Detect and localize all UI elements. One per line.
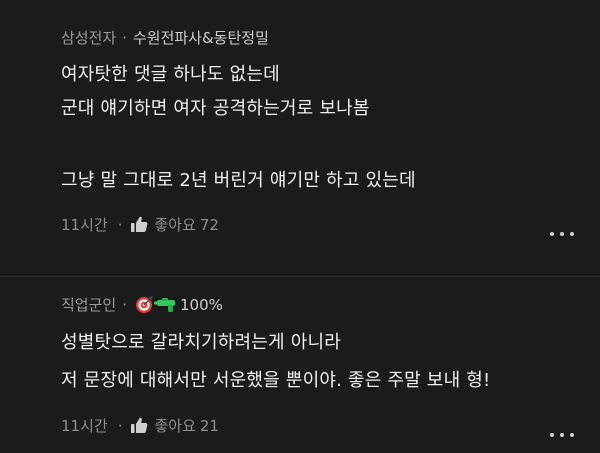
comment-text-line: 여자탓한 댓글 하나도 없는데: [61, 64, 280, 85]
comment-item: 직업군인 · 100% 성별탓으로 갈라치기하려는게 아니라 저 문장에 대해서…: [0, 277, 600, 453]
target-icon: [135, 295, 153, 313]
separator-dot: ·: [122, 28, 127, 47]
author-department: 수원전파사&동탄정밀: [132, 29, 269, 47]
comment-item: 삼성전자 · 수원전파사&동탄정밀 여자탓한 댓글 하나도 없는데 군대 얘기하…: [0, 0, 600, 276]
more-dot: [570, 433, 574, 437]
comment-feed: 삼성전자 · 수원전파사&동탄정밀 여자탓한 댓글 하나도 없는데 군대 얘기하…: [0, 0, 600, 453]
separator-dot: ·: [122, 295, 127, 314]
more-dot: [550, 232, 554, 236]
more-options-button[interactable]: [550, 229, 574, 239]
author-company: 삼성전자: [61, 29, 117, 47]
comment-meta: 11시간 · 좋아요 21: [61, 415, 219, 436]
more-options-button[interactable]: [550, 430, 574, 440]
thumbs-up-icon: [131, 417, 148, 433]
comment-text-line: 성별탓으로 갈라치기하려는게 아니라: [61, 332, 342, 353]
more-dot: [560, 232, 564, 236]
like-count: 21: [199, 416, 219, 435]
like-button[interactable]: 좋아요 21: [130, 415, 219, 436]
thumbs-up-icon: [131, 216, 148, 232]
more-dot: [560, 433, 564, 437]
author-company: 직업군인: [61, 296, 117, 314]
comment-author[interactable]: 직업군인 · 100%: [61, 294, 223, 315]
badge-percent: 100%: [179, 295, 223, 314]
like-button[interactable]: 좋아요 72: [130, 214, 219, 235]
separator-dot: ·: [117, 215, 123, 234]
comment-author[interactable]: 삼성전자 · 수원전파사&동탄정밀: [61, 27, 269, 48]
comment-text-line: 저 문장에 대해서만 서운했을 뿐이야. 좋은 주말 보내 형!: [61, 370, 491, 391]
comment-time: 11시간: [61, 417, 108, 435]
comment-time: 11시간: [61, 216, 108, 234]
more-dot: [570, 232, 574, 236]
like-label: 좋아요: [154, 417, 196, 435]
like-label: 좋아요: [154, 216, 196, 234]
comment-text-line: 군대 얘기하면 여자 공격하는거로 보나봄: [61, 98, 370, 119]
water-gun-icon: [153, 297, 175, 312]
like-count: 72: [199, 215, 219, 234]
separator-dot: ·: [117, 416, 123, 435]
more-dot: [550, 433, 554, 437]
comment-text-line: 그냥 말 그대로 2년 버린거 얘기만 하고 있는데: [61, 170, 416, 191]
author-badge: 100%: [135, 296, 223, 314]
comment-meta: 11시간 · 좋아요 72: [61, 214, 219, 235]
